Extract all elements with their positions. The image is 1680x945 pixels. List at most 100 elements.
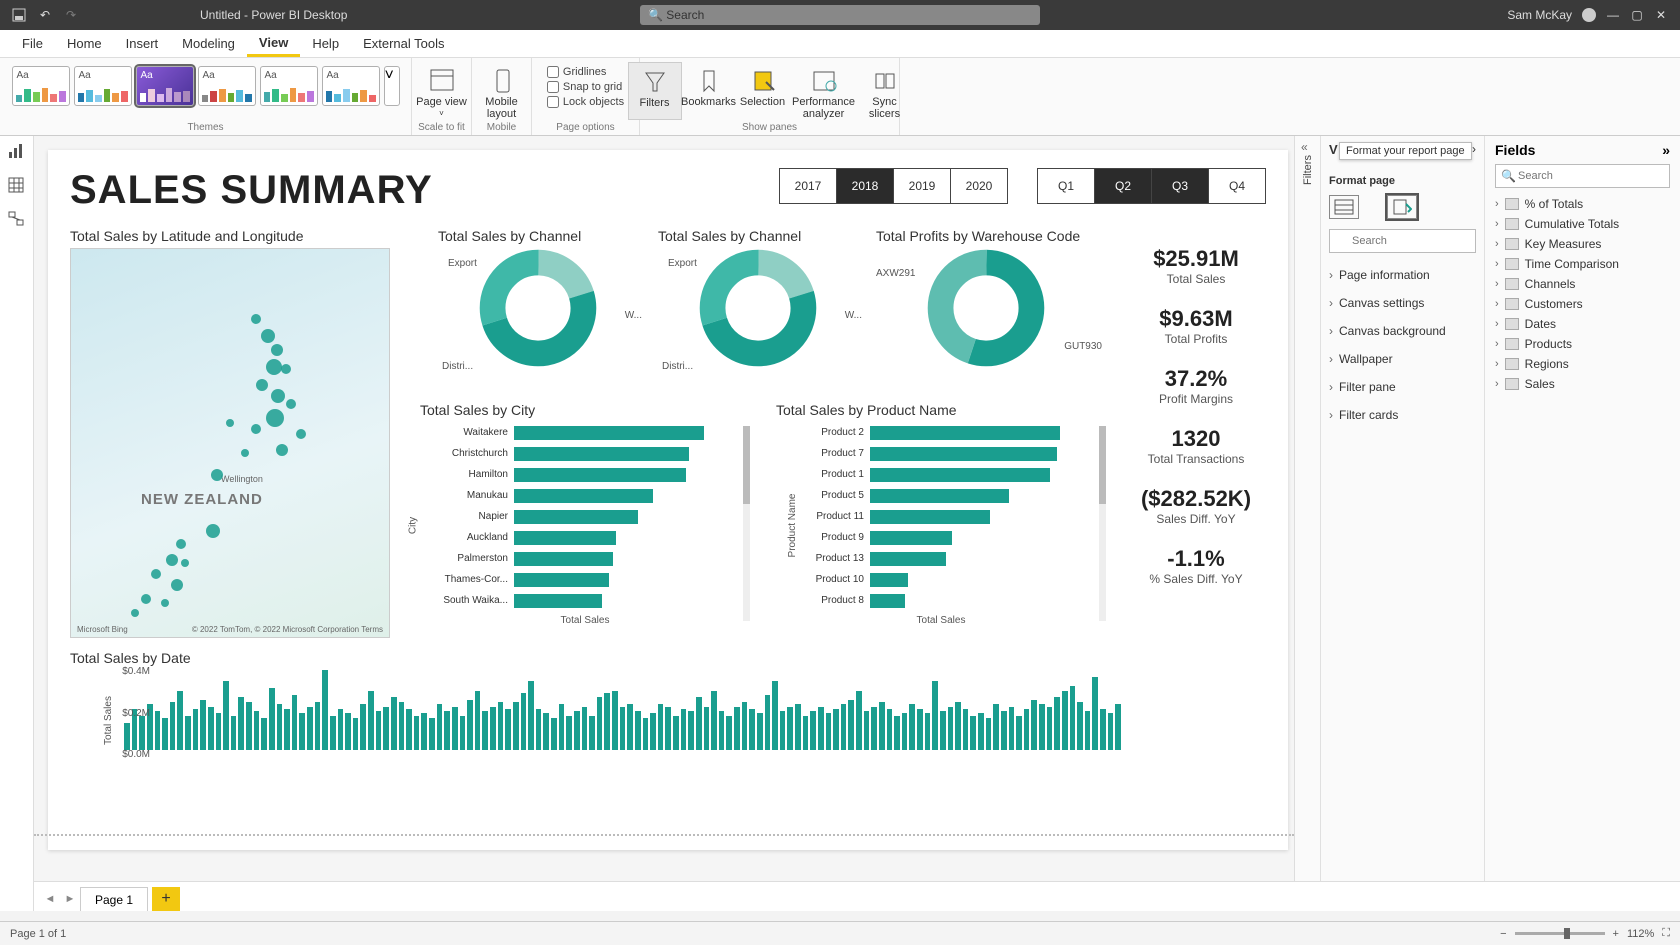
field-table[interactable]: ›Customers xyxy=(1495,294,1670,314)
format-section[interactable]: Canvas background xyxy=(1329,317,1476,345)
global-search[interactable]: 🔍 Search xyxy=(640,5,1040,25)
report-view-icon[interactable] xyxy=(7,142,27,162)
theme-thumb[interactable]: Aa xyxy=(136,66,194,106)
ribbon-group-show-panes: Filters Bookmarks Selection Performance … xyxy=(640,58,900,135)
chart-title: Total Sales by Channel xyxy=(438,228,638,244)
slicer-cell[interactable]: 2019 xyxy=(893,168,951,204)
sync-slicers-button[interactable]: Sync slicers xyxy=(858,62,912,120)
lock-checkbox[interactable]: Lock objects xyxy=(547,96,624,108)
close-icon[interactable]: ✕ xyxy=(1654,8,1668,22)
donut-channel-1[interactable]: Total Sales by Channel Export W... Distr… xyxy=(438,228,638,368)
format-section[interactable]: Canvas settings xyxy=(1329,289,1476,317)
menu-home[interactable]: Home xyxy=(55,30,114,57)
build-visual-icon[interactable] xyxy=(1329,195,1359,219)
slicer-cell[interactable]: Q1 xyxy=(1037,168,1095,204)
kpi-card[interactable]: -1.1%% Sales Diff. YoY xyxy=(1126,546,1266,586)
themes-dropdown[interactable]: ˅ xyxy=(384,66,400,106)
bar-row: Product 11 xyxy=(776,506,1106,527)
scrollbar[interactable] xyxy=(1099,426,1106,621)
bar-chart-city[interactable]: Total Sales by City City WaitakereChrist… xyxy=(420,402,750,637)
column-chart-date[interactable]: Total Sales by Date Total Sales $0.4M$0.… xyxy=(70,650,1120,780)
next-page-icon[interactable]: ► xyxy=(60,887,80,911)
zoom-out-icon[interactable]: − xyxy=(1500,928,1506,940)
kpi-card[interactable]: 1320Total Transactions xyxy=(1126,426,1266,466)
menu-file[interactable]: File xyxy=(10,30,55,57)
data-view-icon[interactable] xyxy=(7,176,27,196)
page-tab[interactable]: Page 1 xyxy=(80,887,148,911)
format-section[interactable]: Page information xyxy=(1329,261,1476,289)
bar-row: Christchurch xyxy=(420,443,750,464)
theme-thumb[interactable]: Aa xyxy=(74,66,132,106)
kpi-card[interactable]: ($282.52K)Sales Diff. YoY xyxy=(1126,486,1266,526)
redo-icon[interactable]: ↷ xyxy=(64,8,78,22)
chevron-right-icon[interactable]: » xyxy=(1662,142,1670,158)
mobile-layout-button[interactable]: Mobile layout xyxy=(475,62,529,120)
slicer-cell[interactable]: 2020 xyxy=(950,168,1008,204)
field-table[interactable]: ›Cumulative Totals xyxy=(1495,214,1670,234)
restore-icon[interactable]: ▢ xyxy=(1630,8,1644,22)
donut-warehouse[interactable]: Total Profits by Warehouse Code AXW291 G… xyxy=(876,228,1096,368)
format-page-icon[interactable] xyxy=(1387,195,1417,219)
theme-thumb[interactable]: Aa xyxy=(198,66,256,106)
field-table[interactable]: ›Regions xyxy=(1495,354,1670,374)
format-section[interactable]: Filter pane xyxy=(1329,373,1476,401)
menu-view[interactable]: View xyxy=(247,30,300,57)
gridlines-checkbox[interactable]: Gridlines xyxy=(547,66,624,78)
theme-thumb[interactable]: Aa xyxy=(322,66,380,106)
filters-pane-collapsed[interactable]: « Filters xyxy=(1294,136,1320,911)
user-avatar[interactable] xyxy=(1582,8,1596,22)
bookmarks-button[interactable]: Bookmarks xyxy=(682,62,736,120)
slicer-cell[interactable]: Q3 xyxy=(1151,168,1209,204)
field-table[interactable]: ›% of Totals xyxy=(1495,194,1670,214)
quarter-slicer[interactable]: Q1Q2Q3Q4 xyxy=(1038,168,1266,204)
scrollbar[interactable] xyxy=(743,426,750,621)
save-icon[interactable] xyxy=(12,8,26,22)
map-visual[interactable]: Total Sales by Latitude and Longitude NE… xyxy=(70,228,390,638)
menu-help[interactable]: Help xyxy=(300,30,351,57)
zoom-slider[interactable] xyxy=(1515,932,1605,935)
user-name[interactable]: Sam McKay xyxy=(1507,8,1572,22)
field-table[interactable]: ›Products xyxy=(1495,334,1670,354)
format-section[interactable]: Filter cards xyxy=(1329,401,1476,429)
menu-modeling[interactable]: Modeling xyxy=(170,30,247,57)
fit-page-icon[interactable]: ⛶ xyxy=(1662,927,1670,940)
year-slicer[interactable]: 2017201820192020 xyxy=(780,168,1008,204)
field-table[interactable]: ›Time Comparison xyxy=(1495,254,1670,274)
page-view-button[interactable]: Page view˅ xyxy=(415,62,469,119)
theme-thumb[interactable]: Aa xyxy=(260,66,318,106)
menu-insert[interactable]: Insert xyxy=(114,30,171,57)
slicer-cell[interactable]: Q4 xyxy=(1208,168,1266,204)
kpi-card[interactable]: 37.2%Profit Margins xyxy=(1126,366,1266,406)
slicer-cell[interactable]: Q2 xyxy=(1094,168,1152,204)
add-page-button[interactable]: + xyxy=(152,887,180,911)
menu-external-tools[interactable]: External Tools xyxy=(351,30,456,57)
model-view-icon[interactable] xyxy=(7,210,27,230)
prev-page-icon[interactable]: ◄ xyxy=(40,887,60,911)
snap-checkbox[interactable]: Snap to grid xyxy=(547,81,624,93)
kpi-card[interactable]: $25.91MTotal Sales xyxy=(1126,246,1266,286)
zoom-in-icon[interactable]: + xyxy=(1613,928,1619,940)
fields-search-input[interactable] xyxy=(1495,164,1670,188)
theme-thumb[interactable]: Aa xyxy=(12,66,70,106)
bar-chart-product[interactable]: Total Sales by Product Name Product Name… xyxy=(776,402,1106,637)
field-table[interactable]: ›Dates xyxy=(1495,314,1670,334)
donut-channel-2[interactable]: Total Sales by Channel Export W... Distr… xyxy=(658,228,858,368)
field-table[interactable]: ›Sales xyxy=(1495,374,1670,394)
performance-button[interactable]: Performance analyzer xyxy=(790,62,858,120)
filters-button[interactable]: Filters xyxy=(628,62,682,120)
format-section[interactable]: Wallpaper xyxy=(1329,345,1476,373)
chevron-right-icon[interactable]: › xyxy=(1472,142,1476,157)
donut-label: Distri... xyxy=(662,361,693,372)
viz-search-input[interactable] xyxy=(1329,229,1476,253)
kpi-label: Total Sales xyxy=(1126,272,1266,286)
selection-button[interactable]: Selection xyxy=(736,62,790,120)
slicer-cell[interactable]: 2017 xyxy=(779,168,837,204)
field-table[interactable]: ›Key Measures xyxy=(1495,234,1670,254)
expand-filters-icon[interactable]: « xyxy=(1301,140,1308,154)
undo-icon[interactable]: ↶ xyxy=(38,8,52,22)
field-table[interactable]: ›Channels xyxy=(1495,274,1670,294)
minimize-icon[interactable]: — xyxy=(1606,8,1620,22)
report-canvas[interactable]: SALES SUMMARY 2017201820192020 Q1Q2Q3Q4 … xyxy=(48,150,1288,850)
slicer-cell[interactable]: 2018 xyxy=(836,168,894,204)
kpi-card[interactable]: $9.63MTotal Profits xyxy=(1126,306,1266,346)
